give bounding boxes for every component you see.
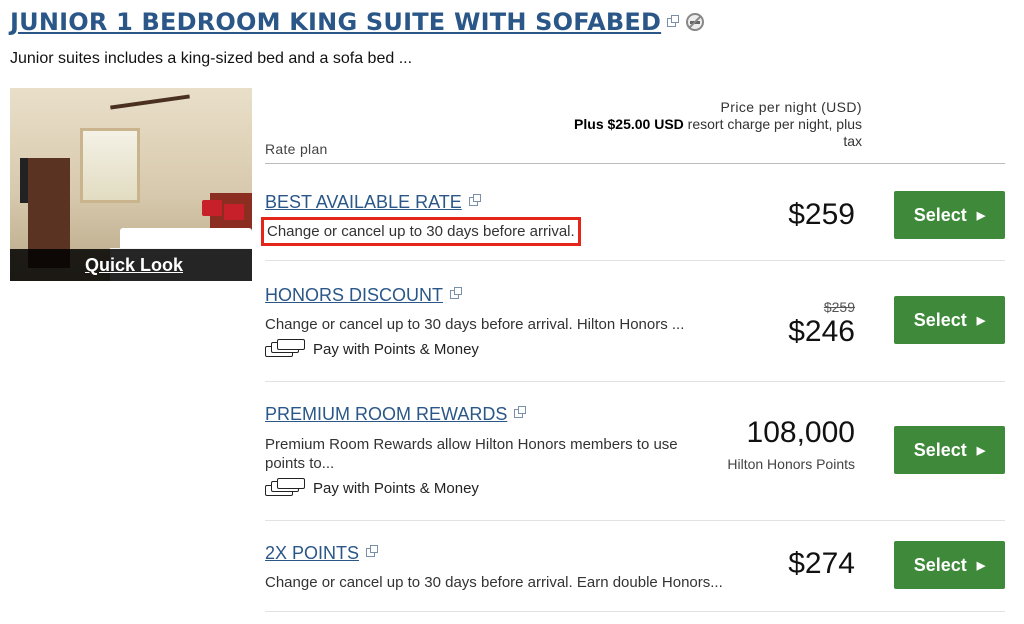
select-button[interactable]: Select ▶ (894, 426, 1005, 474)
rate-name-link[interactable]: 2X POINTS (265, 543, 379, 564)
select-button[interactable]: Select ▶ (894, 191, 1005, 239)
window-graphic (80, 128, 140, 203)
chevron-right-icon: ▶ (976, 559, 986, 572)
external-link-icon[interactable] (667, 14, 680, 27)
resort-charge-tax: tax (843, 133, 862, 149)
chevron-right-icon: ▶ (976, 314, 986, 327)
quick-look-link[interactable]: Quick Look (85, 255, 183, 276)
cancellation-policy: Change or cancel up to 30 days before ar… (261, 217, 581, 246)
room-title-link[interactable]: JUNIOR 1 BEDROOM KING SUITE WITH SOFABED (10, 8, 661, 36)
cash-stack-icon (265, 478, 305, 498)
chevron-right-icon: ▶ (976, 444, 986, 457)
points-price: 108,000 (746, 416, 855, 449)
external-link-icon[interactable] (366, 545, 379, 557)
price-per-night-label: Price per night (USD) (720, 99, 862, 115)
cash-stack-icon (265, 339, 305, 359)
room-description: Junior suites includes a king-sized bed … (10, 50, 413, 67)
rate-price: $246 (788, 315, 855, 348)
rate-description: Change or cancel up to 30 days before ar… (265, 316, 685, 333)
room-title-row: JUNIOR 1 BEDROOM KING SUITE WITH SOFABED (10, 8, 705, 36)
pay-points-money: Pay with Points & Money (265, 339, 479, 359)
chevron-right-icon: ▶ (976, 209, 986, 222)
rate-row-honors-discount: HONORS DISCOUNT Change or cancel up to 3… (265, 261, 1005, 382)
pay-option-label: Pay with Points & Money (313, 340, 479, 358)
rate-row-premium-room-rewards: PREMIUM ROOM REWARDS Premium Room Reward… (265, 382, 1005, 521)
rate-name-link[interactable]: PREMIUM ROOM REWARDS (265, 404, 527, 425)
rate-price: $274 (788, 547, 855, 580)
resort-charge-text: resort charge per night, plus (683, 116, 862, 132)
pay-points-money: Pay with Points & Money (265, 478, 479, 498)
external-link-icon[interactable] (450, 287, 463, 299)
external-link-icon[interactable] (468, 194, 481, 206)
external-link-icon[interactable] (514, 406, 527, 418)
rate-description: Premium Room Rewards allow Hilton Honors… (265, 436, 678, 472)
rate-name-link[interactable]: BEST AVAILABLE RATE (265, 192, 481, 213)
resort-charge-amount: Plus $25.00 USD (574, 116, 684, 132)
points-unit: Hilton Honors Points (727, 456, 855, 472)
rate-plan-header: Rate plan (265, 141, 328, 157)
original-price: $259 (823, 299, 855, 315)
rate-price: $259 (788, 198, 855, 231)
no-smoking-icon (686, 13, 705, 31)
quick-look-overlay[interactable]: Quick Look (10, 249, 252, 281)
select-button[interactable]: Select ▶ (894, 541, 1005, 589)
rate-row-best-available: BEST AVAILABLE RATE Change or cancel up … (261, 164, 1005, 261)
pay-option-label: Pay with Points & Money (313, 479, 479, 497)
rate-description: Change or cancel up to 30 days before ar… (265, 574, 723, 591)
price-header: Price per night (USD) Plus $25.00 USD re… (522, 99, 862, 150)
rate-row-2x-points: 2X POINTS Change or cancel up to 30 days… (265, 521, 1005, 612)
select-button[interactable]: Select ▶ (894, 296, 1005, 344)
rate-name-link[interactable]: HONORS DISCOUNT (265, 285, 463, 306)
room-photo[interactable]: Quick Look (10, 88, 252, 281)
